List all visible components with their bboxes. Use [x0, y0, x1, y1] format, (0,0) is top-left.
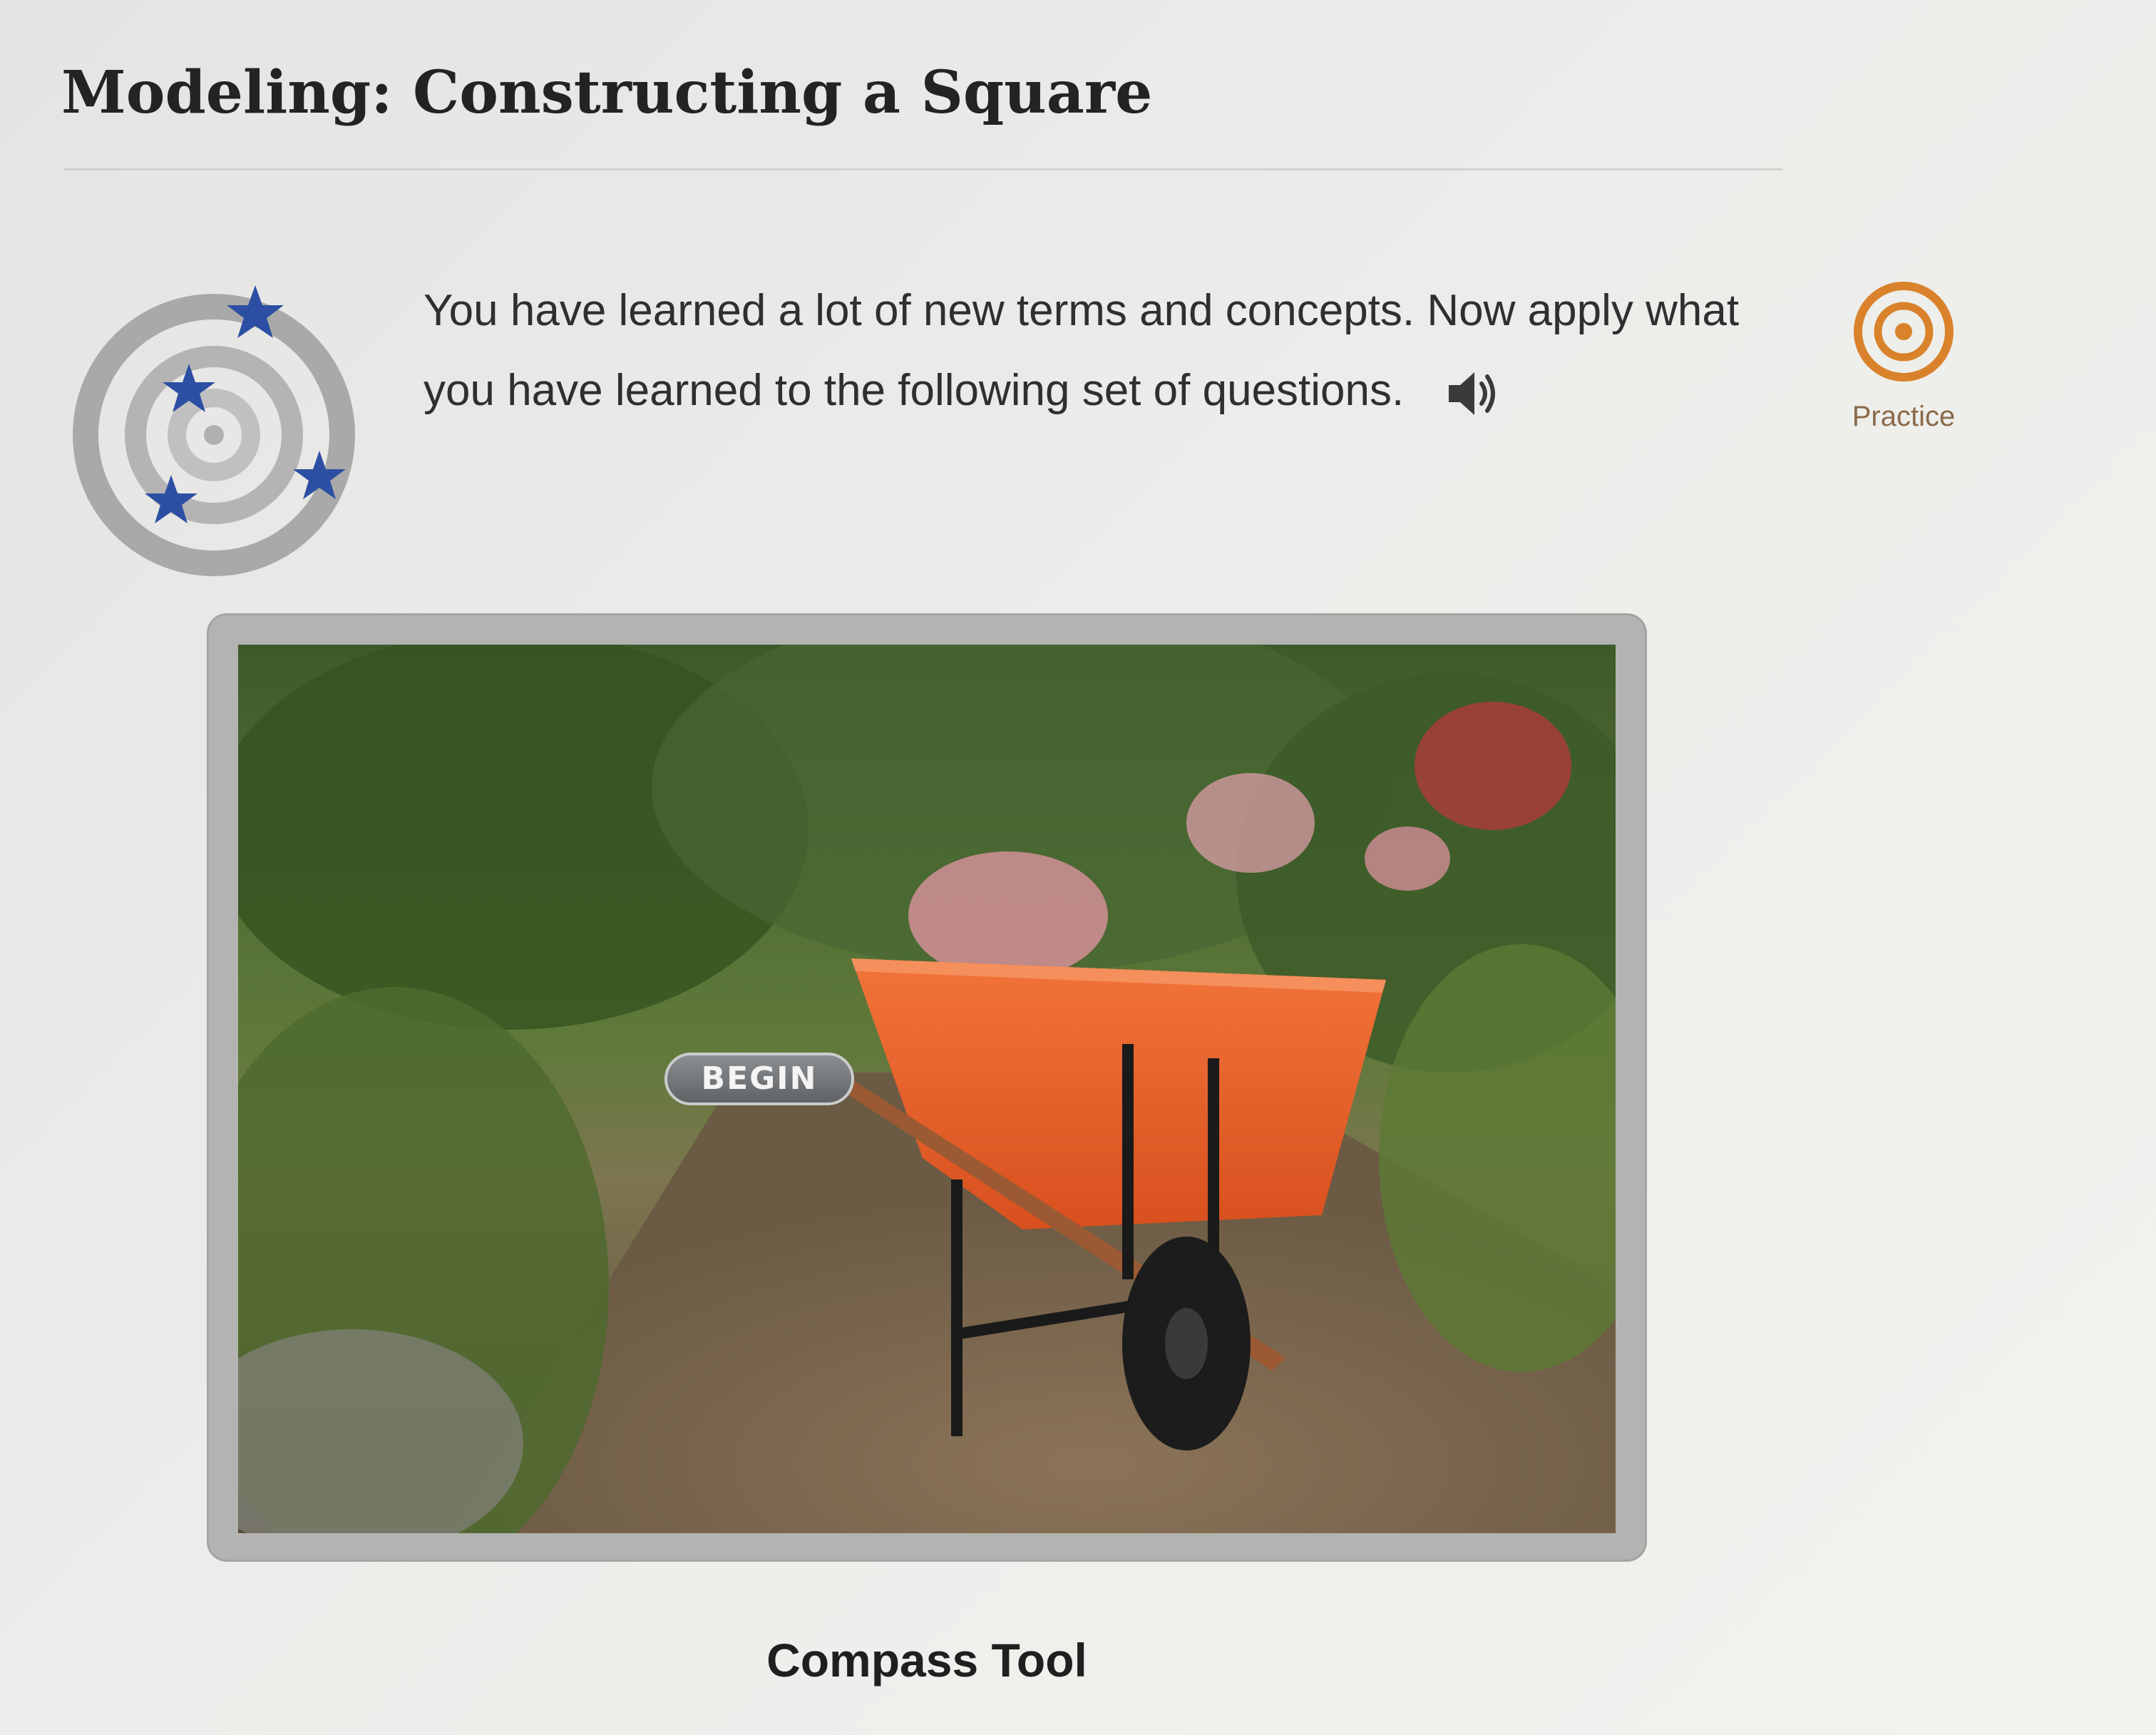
page-title: Modeling: Constructing a Square	[61, 58, 1153, 127]
media-caption: Compass Tool	[766, 1634, 1087, 1687]
practice-label: Practice	[1852, 401, 1956, 432]
title-divider	[64, 168, 1782, 170]
intro-text: You have learned a lot of new terms and …	[423, 286, 1740, 415]
target-with-stars-icon	[71, 285, 371, 585]
begin-button[interactable]: BEGIN	[664, 1053, 854, 1105]
practice-button[interactable]: Practice	[1832, 278, 1975, 433]
media-player: BEGIN	[207, 613, 1647, 1562]
intro-text-block: You have learned a lot of new terms and …	[423, 271, 1800, 431]
wheelbarrow-image: BEGIN	[238, 645, 1616, 1533]
target-icon	[1850, 278, 1957, 385]
speaker-icon[interactable]	[1444, 365, 1502, 422]
